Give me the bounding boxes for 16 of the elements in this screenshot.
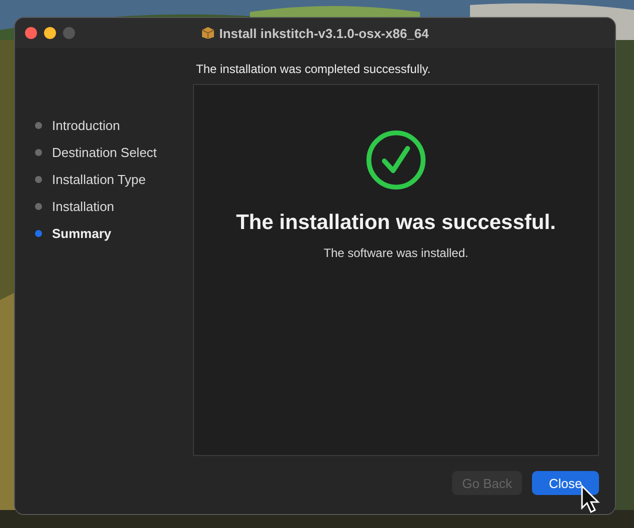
success-message: The software was installed. — [324, 246, 468, 260]
success-heading: The installation was successful. — [236, 211, 556, 235]
zoom-icon — [63, 27, 75, 39]
success-check-icon — [365, 129, 427, 191]
sidebar-step: Installation — [35, 197, 193, 215]
package-icon — [201, 26, 216, 40]
close-icon[interactable] — [25, 27, 37, 39]
sidebar-step: Destination Select — [35, 143, 193, 161]
window-title: Install inkstitch-v3.1.0-osx-x86_64 — [219, 26, 429, 40]
minimize-icon[interactable] — [44, 27, 56, 39]
sidebar-step: Introduction — [35, 116, 193, 134]
cursor-icon — [580, 484, 600, 514]
sidebar-step: Summary — [35, 224, 193, 242]
close-button[interactable]: Close — [532, 471, 599, 495]
status-text: The installation was completed successfully. — [195, 62, 432, 78]
sidebar-step: Installation Type — [35, 170, 193, 188]
